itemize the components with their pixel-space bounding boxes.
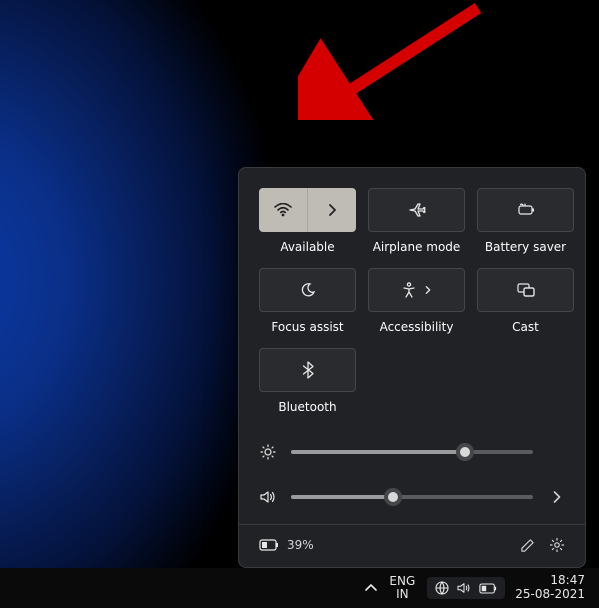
tile-label: Bluetooth — [278, 400, 336, 414]
tile-label: Available — [280, 240, 334, 254]
brightness-icon — [259, 444, 277, 460]
moon-icon — [300, 282, 316, 298]
wifi-icon — [274, 203, 292, 217]
bluetooth-button[interactable] — [259, 348, 356, 392]
bluetooth-icon — [302, 361, 314, 379]
battery-saver-button[interactable] — [477, 188, 574, 232]
wifi-button-split — [259, 188, 356, 232]
cast-button[interactable] — [477, 268, 574, 312]
tile-bluetooth: Bluetooth — [259, 348, 356, 414]
brightness-slider-row — [259, 444, 565, 460]
volume-slider-row — [259, 490, 565, 504]
focus-assist-button[interactable] — [259, 268, 356, 312]
quick-settings-panel: Available Airplane mode Battery saver — [238, 167, 586, 568]
accessibility-icon — [402, 282, 416, 298]
battery-icon — [259, 539, 279, 551]
language-button[interactable]: ENG IN — [383, 575, 421, 600]
battery-percent: 39% — [287, 538, 314, 552]
cast-icon — [517, 283, 535, 297]
tiles-grid: Available Airplane mode Battery saver — [259, 188, 565, 414]
airplane-mode-button[interactable] — [368, 188, 465, 232]
tile-label: Battery saver — [485, 240, 566, 254]
volume-icon — [457, 582, 471, 594]
taskbar: ENG IN 18:47 25-08-2021 — [0, 568, 599, 608]
wifi-expand-button[interactable] — [308, 188, 356, 232]
tile-label: Cast — [512, 320, 539, 334]
volume-icon — [259, 490, 277, 504]
clock-time: 18:47 — [515, 574, 585, 588]
tile-label: Accessibility — [380, 320, 454, 334]
tile-wifi: Available — [259, 188, 356, 254]
tile-label: Airplane mode — [373, 240, 461, 254]
brightness-slider[interactable] — [291, 450, 533, 454]
tile-focus-assist: Focus assist — [259, 268, 356, 334]
volume-expand-button[interactable] — [547, 491, 565, 503]
settings-button[interactable] — [549, 537, 565, 553]
wifi-toggle-button[interactable] — [259, 188, 307, 232]
clock-button[interactable]: 18:47 25-08-2021 — [511, 574, 589, 602]
tray-overflow-button[interactable] — [359, 583, 383, 593]
battery-status[interactable]: 39% — [259, 538, 314, 552]
battery-saver-icon — [516, 203, 536, 217]
chevron-right-icon — [327, 204, 337, 216]
clock-date: 25-08-2021 — [515, 588, 585, 602]
panel-footer: 39% — [259, 525, 565, 553]
tile-label: Focus assist — [271, 320, 343, 334]
chevron-right-icon — [424, 285, 432, 295]
tile-airplane: Airplane mode — [368, 188, 465, 254]
accessibility-button[interactable] — [368, 268, 465, 312]
tile-battery-saver: Battery saver — [477, 188, 574, 254]
lang-secondary: IN — [389, 588, 415, 601]
airplane-icon — [408, 202, 426, 218]
network-icon — [435, 581, 449, 595]
battery-icon — [479, 583, 497, 594]
edit-button[interactable] — [520, 538, 535, 553]
tile-accessibility: Accessibility — [368, 268, 465, 334]
volume-slider[interactable] — [291, 495, 533, 499]
system-tray[interactable] — [421, 577, 511, 599]
sliders — [259, 444, 565, 504]
tile-cast: Cast — [477, 268, 574, 334]
